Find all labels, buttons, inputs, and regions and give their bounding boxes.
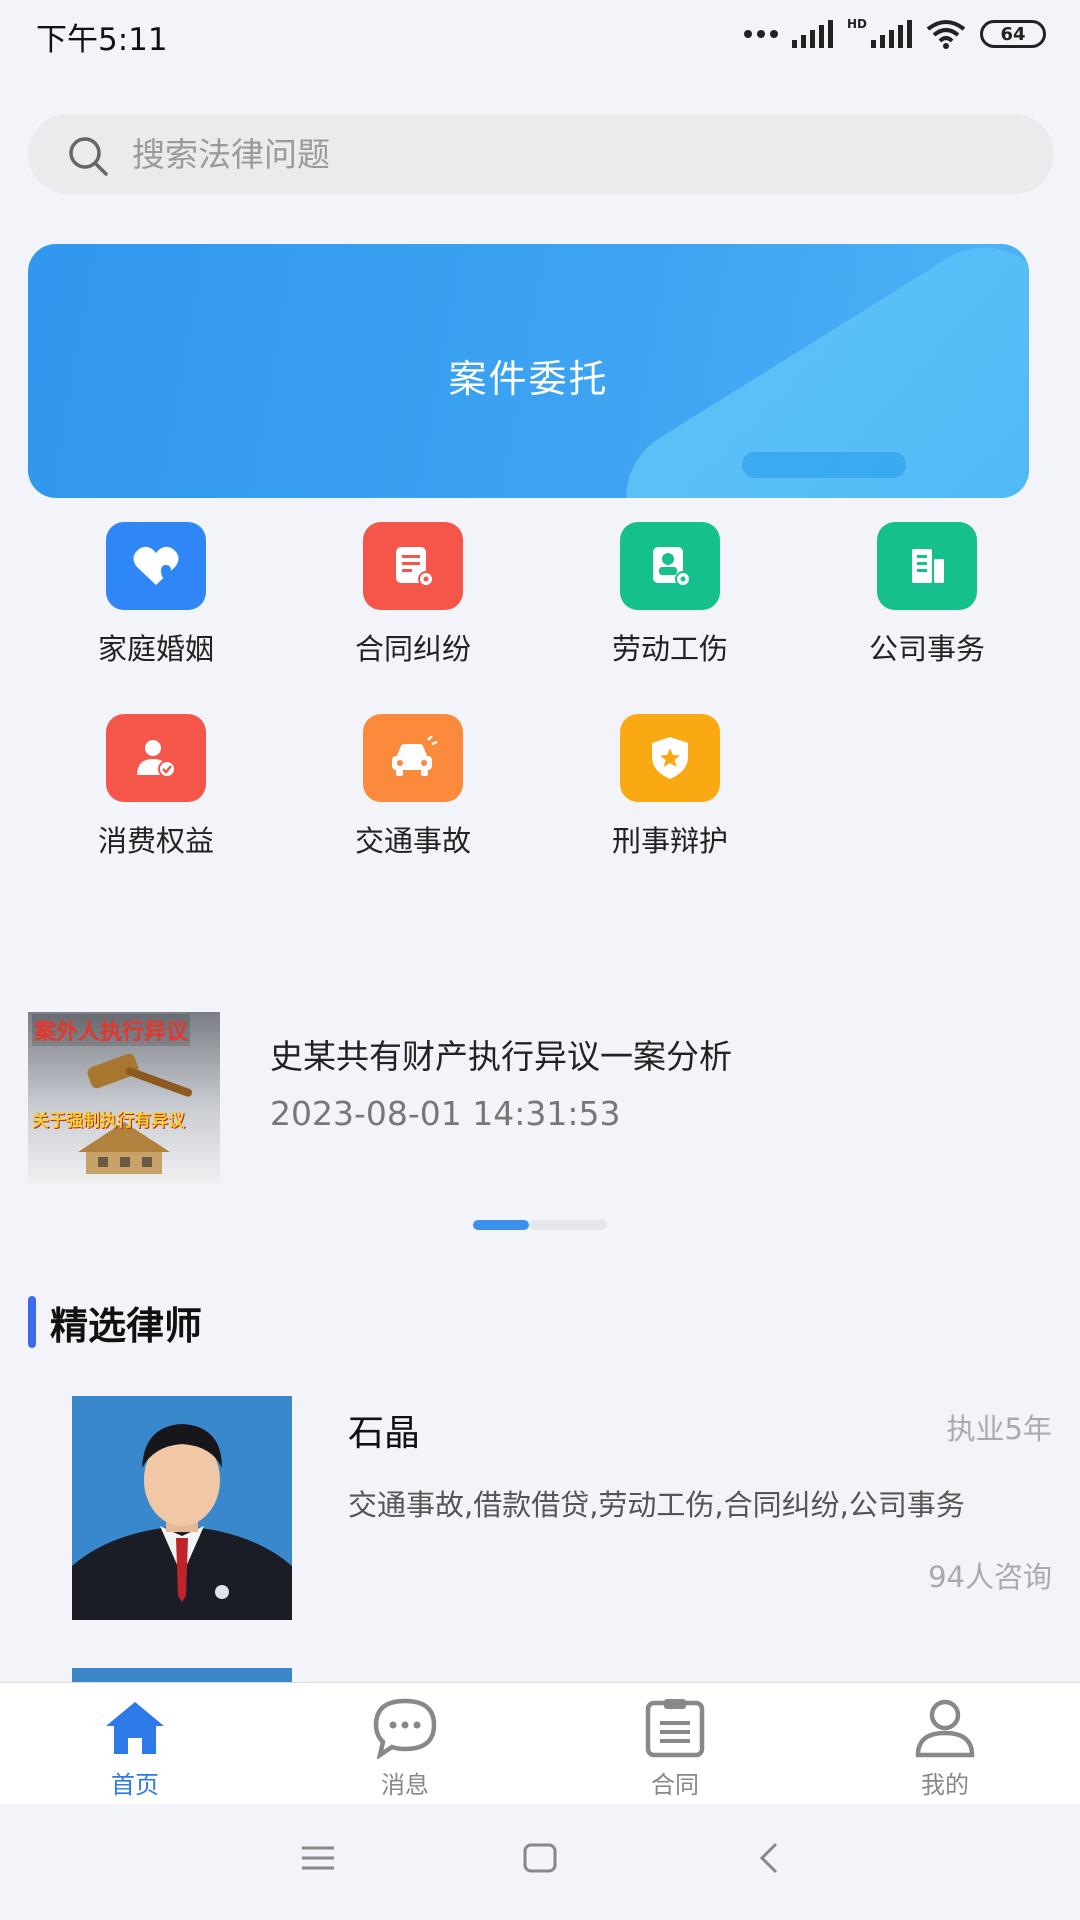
thumb-caption-bottom: 关于强制执行有异议 (32, 1111, 185, 1131)
carousel-indicator-active (473, 1220, 529, 1230)
gavel-house-illustration (78, 1053, 193, 1174)
hd-label: HD (846, 17, 867, 31)
battery-indicator: 64 (980, 20, 1046, 48)
document-icon (363, 522, 463, 610)
category-label: 交通事故 (354, 824, 471, 858)
tab-label: 合同 (651, 1771, 699, 1799)
tab-home[interactable]: 首页 (65, 1693, 205, 1800)
category-label: 劳动工伤 (611, 632, 728, 666)
consumer-icon (106, 714, 206, 802)
search-input[interactable] (132, 114, 1012, 194)
chat-bubble-icon (335, 1693, 475, 1763)
banner-decoration-pill (742, 452, 906, 478)
category-label: 公司事务 (868, 632, 985, 666)
news-item[interactable]: 案外人执行异议 关于强制执行有异议 史某共有财产执行异议一案分析 2023-08… (28, 1010, 1058, 1190)
category-label: 合同纠纷 (354, 632, 471, 666)
lawyer-specialties: 交通事故,借款借贷,劳动工伤,合同纠纷,公司事务 (348, 1488, 965, 1522)
system-nav-bar (0, 1804, 1080, 1920)
worker-badge-icon (620, 522, 720, 610)
lawyer-years: 执业5年 (946, 1412, 1052, 1446)
carousel-indicator (473, 1220, 607, 1230)
category-consumer-rights[interactable]: 消费权益 (56, 714, 256, 860)
banner-title: 案件委托 (448, 357, 609, 401)
category-criminal-defense[interactable]: 刑事辩护 (570, 714, 770, 860)
featured-lawyers-header: 精选律师 (28, 1294, 202, 1350)
back-icon[interactable] (752, 1840, 788, 1876)
category-label: 消费权益 (97, 824, 214, 858)
heart-icon (106, 522, 206, 610)
tab-messages[interactable]: 消息 (335, 1693, 475, 1800)
tab-contracts[interactable]: 合同 (605, 1693, 745, 1800)
clipboard-icon (605, 1693, 745, 1763)
category-contract-dispute[interactable]: 合同纠纷 (313, 522, 513, 668)
carousel-indicator-track (529, 1220, 607, 1230)
lawyer-card[interactable]: 石晶 执业5年 交通事故,借款借贷,劳动工伤,合同纠纷,公司事务 94人咨询 (72, 1396, 1052, 1620)
lawyer-consult-count: 94人咨询 (928, 1560, 1052, 1594)
category-family-marriage[interactable]: 家庭婚姻 (56, 522, 256, 668)
category-label: 家庭婚姻 (97, 632, 214, 666)
section-title: 精选律师 (50, 1303, 203, 1348)
wifi-icon (926, 20, 966, 49)
more-dots-icon (743, 30, 778, 38)
section-accent-bar (28, 1296, 36, 1348)
menu-icon[interactable] (300, 1840, 336, 1876)
lawyer-name: 石晶 (348, 1413, 421, 1454)
category-company-affairs[interactable]: 公司事务 (827, 522, 1027, 668)
news-thumbnail: 案外人执行异议 关于强制执行有异议 (28, 1012, 220, 1184)
home-button-icon[interactable] (522, 1840, 558, 1876)
home-icon (65, 1693, 205, 1763)
news-date: 2023-08-01 14:31:53 (270, 1094, 621, 1133)
lawyer-avatar (72, 1396, 292, 1620)
tab-label: 我的 (921, 1771, 969, 1799)
building-icon (877, 522, 977, 610)
status-icons: HD 64 (743, 16, 1046, 52)
search-icon (69, 137, 108, 176)
tab-profile[interactable]: 我的 (875, 1693, 1015, 1800)
news-title: 史某共有财产执行异议一案分析 (270, 1037, 732, 1076)
category-label: 刑事辩护 (611, 824, 728, 858)
tab-label: 消息 (381, 1771, 429, 1799)
category-traffic-accident[interactable]: 交通事故 (313, 714, 513, 860)
search-bar[interactable] (28, 114, 1054, 194)
person-icon (875, 1693, 1015, 1763)
bottom-tab-bar: 首页 消息 合同 我的 (0, 1682, 1080, 1804)
car-icon (363, 714, 463, 802)
status-time: 下午5:11 (36, 22, 168, 58)
category-labor-injury[interactable]: 劳动工伤 (570, 522, 770, 668)
tab-label: 首页 (111, 1771, 159, 1799)
signal-icon (791, 20, 833, 48)
shield-star-icon (620, 714, 720, 802)
case-entrust-banner[interactable]: 案件委托 (28, 244, 1029, 498)
signal-icon-2 (871, 20, 912, 48)
status-bar: 下午5:11 HD 64 (0, 0, 1080, 70)
